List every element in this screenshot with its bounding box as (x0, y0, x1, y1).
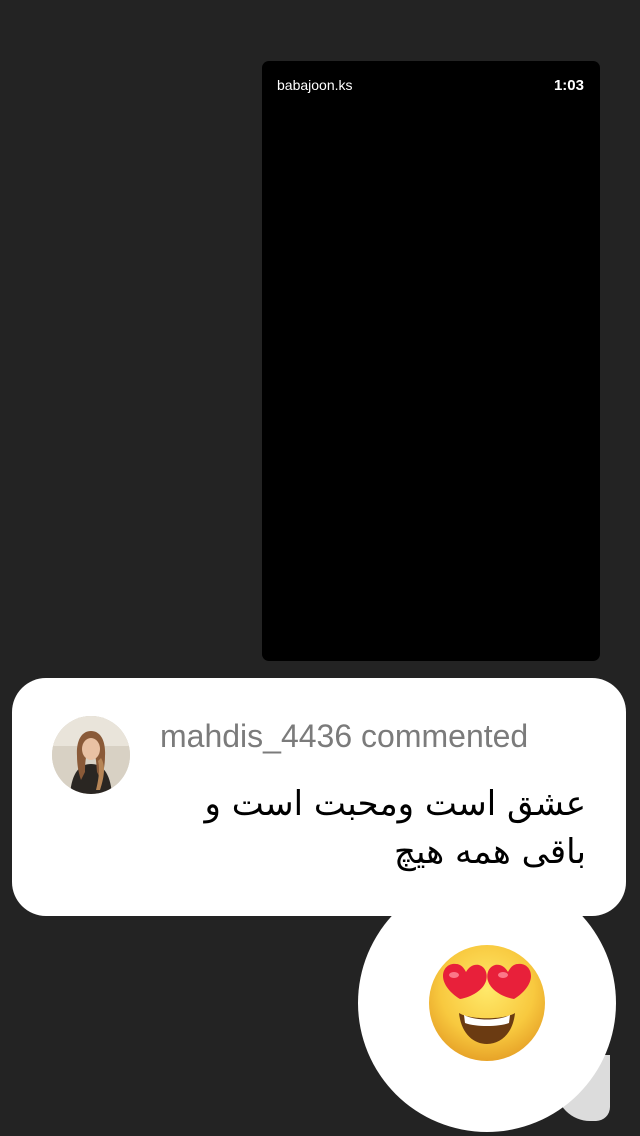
comment-card: mahdis_4436 commented عشق است ومحبت است … (12, 678, 626, 916)
avatar-photo (52, 716, 130, 794)
comment-header: mahdis_4436 commented (160, 718, 529, 754)
video-username[interactable]: babajoon.ks (277, 77, 353, 93)
video-timestamp: 1:03 (553, 77, 584, 94)
video-story-card[interactable]: babajoon.ks 1:03 (262, 61, 600, 661)
comment-text: عشق است ومحبت است و باقی همه هیچ (204, 784, 587, 872)
heart-eyes-emoji-icon (429, 945, 545, 1061)
reaction-bubble[interactable] (358, 874, 616, 1132)
avatar[interactable] (52, 716, 130, 794)
screen: babajoon.ks 1:03 mahdis_4436 commented ع… (0, 0, 640, 1136)
